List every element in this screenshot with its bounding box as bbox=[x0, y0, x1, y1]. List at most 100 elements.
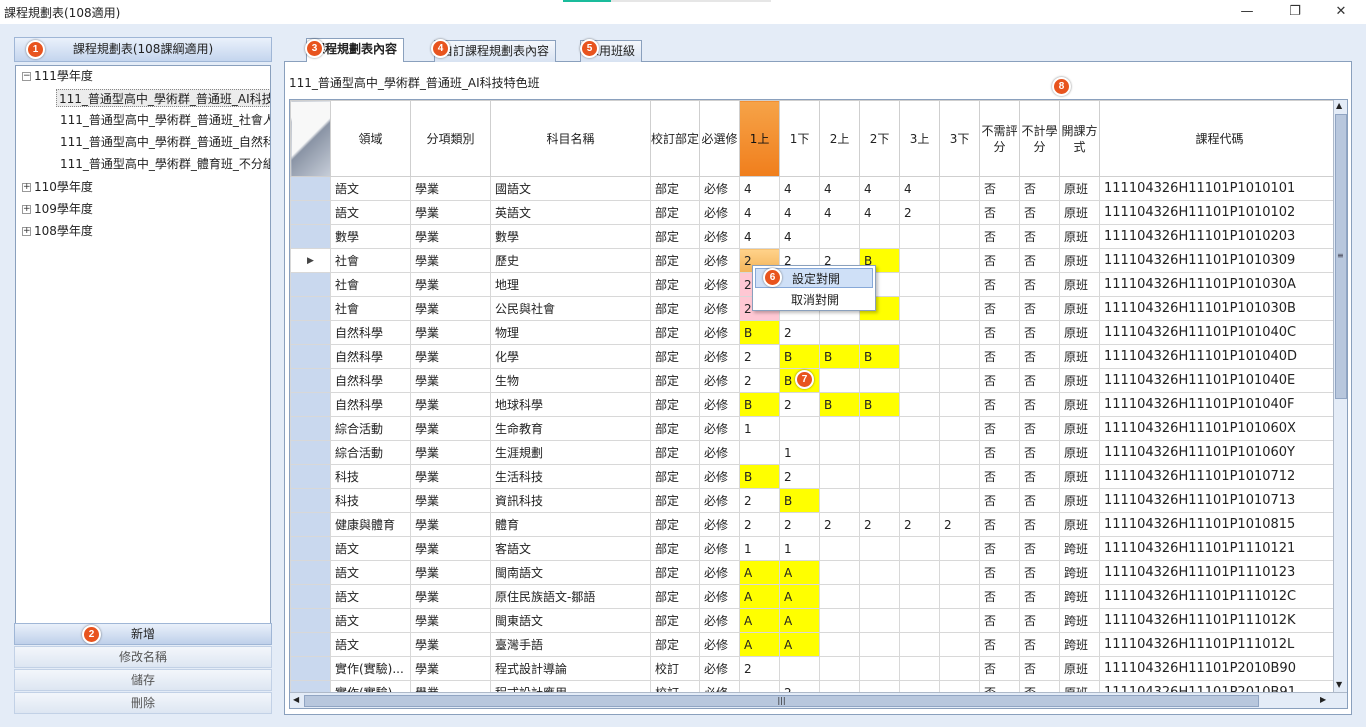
table-cell[interactable]: 原住民族語文-鄒語 bbox=[490, 584, 651, 609]
table-cell[interactable] bbox=[939, 440, 981, 465]
table-cell[interactable]: 客語文 bbox=[490, 536, 651, 561]
table-cell[interactable]: 2 bbox=[779, 464, 821, 489]
column-header[interactable]: 必選修 bbox=[699, 100, 741, 177]
table-cell[interactable]: 學業 bbox=[410, 272, 491, 297]
row-header[interactable] bbox=[290, 416, 331, 441]
table-cell[interactable]: 綜合活動 bbox=[330, 416, 411, 441]
table-cell[interactable] bbox=[939, 320, 981, 345]
table-cell[interactable]: 原班 bbox=[1059, 344, 1101, 369]
scroll-thumb[interactable]: ≡ bbox=[1335, 114, 1347, 399]
table-cell[interactable] bbox=[899, 608, 941, 633]
minimize-button[interactable]: — bbox=[1232, 2, 1262, 22]
table-cell[interactable]: 4 bbox=[899, 176, 941, 201]
column-header[interactable]: 2上 bbox=[819, 100, 861, 177]
table-cell[interactable]: 否 bbox=[979, 464, 1021, 489]
table-cell[interactable]: 否 bbox=[979, 656, 1021, 681]
tree-node-year-111[interactable]: −111學年度 bbox=[22, 67, 93, 85]
expand-icon[interactable]: + bbox=[22, 183, 31, 192]
scroll-down-icon[interactable]: ▼ bbox=[1336, 680, 1342, 689]
table-cell[interactable] bbox=[939, 464, 981, 489]
table-row[interactable]: 語文 學業 閩南語文 部定 必修 A A 否否跨班 111104326H11101P111012… bbox=[290, 560, 1341, 585]
table-cell[interactable]: 生命教育 bbox=[490, 416, 651, 441]
table-cell[interactable]: 否 bbox=[979, 320, 1021, 345]
table-cell[interactable]: 否 bbox=[1019, 464, 1061, 489]
table-cell[interactable]: 原班 bbox=[1059, 488, 1101, 513]
table-cell[interactable] bbox=[859, 224, 901, 249]
table-cell[interactable]: 2 bbox=[779, 392, 821, 417]
table-cell[interactable] bbox=[939, 272, 981, 297]
save-button[interactable]: 儲存 bbox=[14, 669, 272, 691]
scroll-left-icon[interactable]: ◀ bbox=[293, 695, 299, 704]
table-cell[interactable]: 否 bbox=[979, 608, 1021, 633]
table-cell[interactable]: 必修 bbox=[699, 272, 741, 297]
table-cell[interactable] bbox=[899, 560, 941, 585]
column-header[interactable]: 3上 bbox=[899, 100, 941, 177]
row-header[interactable] bbox=[290, 392, 331, 417]
table-cell[interactable]: 否 bbox=[1019, 176, 1061, 201]
table-cell[interactable] bbox=[859, 320, 901, 345]
table-cell[interactable]: 原班 bbox=[1059, 656, 1101, 681]
table-cell[interactable]: 語文 bbox=[330, 176, 411, 201]
row-header[interactable] bbox=[290, 584, 331, 609]
table-cell[interactable]: 生活科技 bbox=[490, 464, 651, 489]
table-cell[interactable] bbox=[859, 584, 901, 609]
table-cell[interactable]: 2 bbox=[739, 488, 781, 513]
table-cell[interactable] bbox=[819, 320, 861, 345]
table-cell[interactable]: 學業 bbox=[410, 512, 491, 537]
table-cell[interactable]: 否 bbox=[1019, 512, 1061, 537]
table-cell[interactable]: A bbox=[779, 632, 821, 657]
table-cell[interactable]: 否 bbox=[1019, 632, 1061, 657]
table-cell[interactable]: 必修 bbox=[699, 464, 741, 489]
table-cell[interactable]: 必修 bbox=[699, 200, 741, 225]
table-cell[interactable]: 必修 bbox=[699, 248, 741, 273]
cancel-paired-menu-item[interactable]: 取消對開 bbox=[755, 290, 873, 310]
table-cell[interactable]: 否 bbox=[1019, 440, 1061, 465]
grid-corner[interactable] bbox=[290, 100, 331, 177]
table-cell[interactable]: 否 bbox=[979, 200, 1021, 225]
table-cell[interactable]: B bbox=[739, 464, 781, 489]
table-row[interactable]: 科技 學業 資訊科技 部定 必修 2 B 否否原班 111104326H11101P101071… bbox=[290, 488, 1341, 513]
table-cell[interactable]: 4 bbox=[819, 200, 861, 225]
table-cell[interactable]: 必修 bbox=[699, 368, 741, 393]
table-cell[interactable]: 自然科學 bbox=[330, 368, 411, 393]
table-cell[interactable]: 學業 bbox=[410, 584, 491, 609]
table-row[interactable]: 健康與體育 學業 體育 部定 必修 2 2 2 2 2 2 否否原班 111104326H11101P1… bbox=[290, 512, 1341, 537]
table-cell[interactable]: 111104326H11101P111012L bbox=[1099, 632, 1341, 657]
row-header[interactable] bbox=[290, 272, 331, 297]
row-header[interactable] bbox=[290, 512, 331, 537]
table-cell[interactable]: 否 bbox=[1019, 200, 1061, 225]
table-cell[interactable] bbox=[859, 416, 901, 441]
table-cell[interactable]: B bbox=[779, 344, 821, 369]
table-cell[interactable]: 實作(實驗)... bbox=[330, 656, 411, 681]
table-cell[interactable] bbox=[779, 416, 821, 441]
table-cell[interactable] bbox=[939, 608, 981, 633]
table-cell[interactable]: 否 bbox=[1019, 224, 1061, 249]
table-cell[interactable] bbox=[859, 656, 901, 681]
table-cell[interactable]: 原班 bbox=[1059, 296, 1101, 321]
table-cell[interactable]: 學業 bbox=[410, 488, 491, 513]
table-cell[interactable]: A bbox=[739, 560, 781, 585]
table-cell[interactable] bbox=[899, 272, 941, 297]
table-cell[interactable] bbox=[899, 488, 941, 513]
column-header[interactable]: 3下 bbox=[939, 100, 981, 177]
table-cell[interactable] bbox=[899, 368, 941, 393]
table-cell[interactable]: 否 bbox=[1019, 656, 1061, 681]
table-cell[interactable]: 學業 bbox=[410, 608, 491, 633]
table-row[interactable]: 語文 學業 客語文 部定 必修 1 1 否否跨班 111104326H11101P1110121 bbox=[290, 536, 1341, 561]
table-cell[interactable] bbox=[819, 584, 861, 609]
table-cell[interactable] bbox=[819, 656, 861, 681]
table-cell[interactable]: 2 bbox=[899, 200, 941, 225]
column-header[interactable]: 不計學分 bbox=[1019, 100, 1061, 177]
table-cell[interactable]: 否 bbox=[979, 584, 1021, 609]
table-cell[interactable] bbox=[939, 416, 981, 441]
tree-node-sports-class[interactable]: 111_普通型高中_學術群_體育班_不分組 bbox=[60, 155, 270, 173]
table-cell[interactable]: 部定 bbox=[649, 392, 701, 417]
table-row[interactable]: 語文 學業 英語文 部定 必修 4 4 4 4 2 否否原班 111104326H11101P1010… bbox=[290, 200, 1341, 225]
table-cell[interactable] bbox=[899, 584, 941, 609]
table-cell[interactable]: A bbox=[779, 560, 821, 585]
column-header[interactable]: 1上 bbox=[739, 100, 781, 177]
grid-vertical-scrollbar[interactable]: ▲ ≡ ▼ bbox=[1333, 100, 1347, 692]
table-cell[interactable]: 否 bbox=[1019, 488, 1061, 513]
table-cell[interactable]: A bbox=[739, 584, 781, 609]
table-cell[interactable]: 必修 bbox=[699, 440, 741, 465]
